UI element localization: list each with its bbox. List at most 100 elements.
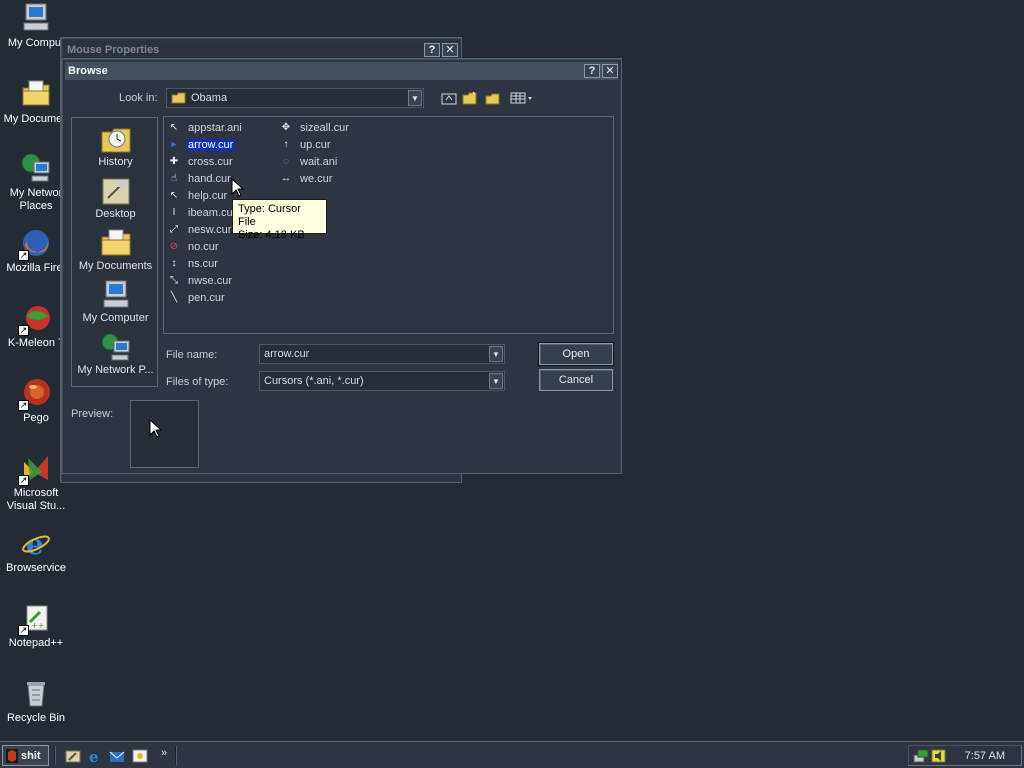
outlook-icon[interactable] — [108, 747, 126, 764]
view-menu-icon[interactable] — [509, 90, 535, 106]
desktop-icon-label: My Comput — [7, 37, 65, 49]
file-item[interactable]: I ibeam.cur — [167, 205, 238, 220]
place-desktop[interactable]: Desktop — [72, 176, 159, 220]
mouse-properties-titlebar[interactable]: Mouse Properties ? ✕ — [64, 41, 458, 59]
desktop-icon-label: Pego — [23, 412, 49, 424]
file-item[interactable]: ⊘ no.cur — [167, 239, 221, 254]
my-network-places-icon — [100, 332, 132, 362]
file-name-value: arrow.cur — [264, 348, 310, 360]
start-label: shit — [21, 749, 41, 762]
cancel-button[interactable]: Cancel — [539, 369, 613, 391]
start-button[interactable]: shit — [2, 745, 49, 766]
file-name: help.cur — [188, 189, 228, 202]
file-item[interactable]: ✚ cross.cur — [167, 154, 235, 169]
file-name: we.cur — [300, 172, 333, 185]
file-name-field[interactable]: arrow.cur ▼ — [259, 344, 505, 364]
animated-cursor-icon: ↖ — [169, 122, 179, 133]
chevron-down-icon[interactable]: ▼ — [489, 373, 503, 389]
desktop-icon-label: Notepad++ — [8, 637, 64, 649]
taskbar: shit e » 7:57 AM — [0, 741, 1024, 768]
file-name-label: File name: — [166, 349, 218, 361]
file-item[interactable]: ↕ ns.cur — [167, 256, 220, 271]
new-folder-icon[interactable] — [461, 90, 479, 106]
file-item[interactable]: ↖ help.cur — [167, 188, 229, 203]
window-title: Browse — [68, 65, 108, 77]
network-icon[interactable] — [913, 748, 929, 767]
show-desktop-icon[interactable] — [64, 747, 82, 764]
chevron-down-icon[interactable]: ▼ — [408, 90, 422, 106]
ibeam-cursor-icon: I — [172, 207, 176, 218]
k-meleon-icon: ↗ — [18, 302, 52, 336]
place-label: History — [98, 156, 133, 168]
folder-options-icon[interactable] — [484, 90, 502, 106]
recycle-bin-icon — [20, 677, 52, 709]
tooltip-type: Type: Cursor File — [238, 203, 301, 228]
file-tooltip: Type: Cursor File Size: 4.18 KB — [232, 199, 327, 241]
look-in-dropdown[interactable]: Obama ▼ — [166, 88, 424, 108]
file-name: hand.cur — [188, 172, 231, 185]
place-label: Desktop — [95, 208, 136, 220]
hand-cursor-icon: ☝ — [170, 173, 178, 184]
open-button[interactable]: Open — [538, 342, 614, 366]
file-item[interactable]: ╲ pen.cur — [167, 290, 227, 305]
move-cursor-icon: ✥ — [281, 122, 291, 133]
svg-text:++: ++ — [31, 621, 44, 630]
up-one-level-icon[interactable] — [440, 90, 458, 106]
visual-studio-icon: ↗ — [18, 452, 52, 486]
svg-text:e: e — [89, 748, 99, 764]
volume-icon[interactable] — [931, 748, 947, 767]
desktop-icon-label: My Networ Places — [9, 187, 63, 212]
place-my-documents[interactable]: My Documents — [72, 228, 159, 272]
my-documents-icon — [100, 228, 132, 258]
file-item[interactable]: ✥ sizeall.cur — [279, 120, 351, 135]
place-label: My Computer — [82, 312, 149, 324]
files-of-type-dropdown[interactable]: Cursors (*.ani, *.cur) ▼ — [259, 371, 505, 391]
desktop-icon-label: Microsoft Visual Stu... — [6, 487, 66, 512]
browse-titlebar[interactable]: Browse ? ✕ — [65, 62, 618, 80]
tooltip-size: Size: 4.18 KB — [238, 229, 305, 241]
preview-label: Preview: — [71, 408, 114, 420]
close-button[interactable]: ✕ — [602, 64, 618, 78]
help-button[interactable]: ? — [424, 43, 440, 57]
file-item[interactable]: ↑ up.cur — [279, 137, 333, 152]
shortcut-arrow-icon: ↗ — [18, 625, 29, 636]
file-item[interactable]: ↖ appstar.ani — [167, 120, 244, 135]
look-in-label: Look in: — [119, 92, 158, 104]
clock[interactable]: 7:57 AM — [965, 750, 1005, 762]
file-item[interactable]: ↔ we.cur — [279, 171, 334, 186]
file-item-selected[interactable]: ▸ arrow.cur — [167, 137, 236, 152]
shortcut-arrow-icon: ↗ — [18, 250, 29, 261]
desktop-icon-notepad-plus-plus[interactable]: ++ ↗ Notepad++ — [0, 602, 72, 650]
place-label: My Documents — [78, 260, 153, 272]
file-name: pen.cur — [188, 291, 225, 304]
browser-icon[interactable] — [131, 747, 149, 764]
close-button[interactable]: ✕ — [442, 43, 458, 57]
up-arrow-cursor-icon: ↑ — [283, 139, 289, 150]
help-button[interactable]: ? — [584, 64, 600, 78]
file-list[interactable]: ↖ appstar.ani ▸ arrow.cur ✚ cross.cur ☝ … — [163, 116, 614, 334]
files-of-type-label: Files of type: — [166, 376, 229, 388]
place-label: My Network P... — [77, 364, 154, 376]
taskbar-separator — [175, 746, 177, 765]
file-name: arrow.cur — [186, 138, 236, 151]
place-my-computer[interactable]: My Computer — [72, 280, 159, 324]
desktop-icon-browservice[interactable]: e Browservice — [0, 527, 72, 575]
desktop-icon-recycle-bin[interactable]: Recycle Bin — [0, 677, 72, 725]
internet-explorer-icon[interactable]: e — [86, 747, 104, 764]
desktop-icon-label: Mozilla Firef — [6, 262, 66, 274]
file-item[interactable]: ◌ wait.ani — [279, 154, 339, 169]
resize-nwse-cursor-icon: ⤡ — [170, 275, 178, 286]
file-name: no.cur — [188, 240, 219, 253]
place-my-network-places[interactable]: My Network P... — [72, 332, 159, 376]
file-item[interactable]: ⤢ nesw.cur — [167, 222, 233, 237]
pen-cursor-icon: ╲ — [170, 292, 178, 303]
file-item[interactable]: ☝ hand.cur — [167, 171, 233, 186]
place-history[interactable]: History — [72, 124, 159, 168]
notepad-plus-plus-icon: ++ ↗ — [18, 602, 52, 636]
quick-launch-chevron[interactable]: » — [161, 747, 167, 759]
chevron-down-icon[interactable]: ▼ — [489, 346, 503, 362]
file-name: nwse.cur — [188, 274, 233, 287]
file-item[interactable]: ⤡ nwse.cur — [167, 273, 234, 288]
file-name: cross.cur — [188, 155, 233, 168]
window-title: Mouse Properties — [67, 44, 160, 56]
